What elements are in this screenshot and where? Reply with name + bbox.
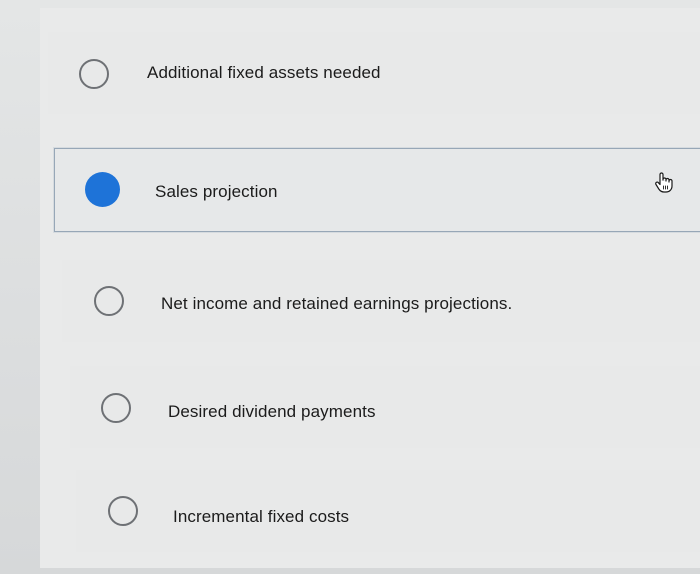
- radio-button-selected-icon[interactable]: [85, 172, 120, 207]
- radio-button-icon[interactable]: [94, 286, 124, 316]
- radio-button-icon[interactable]: [101, 393, 131, 423]
- option-label: Net income and retained earnings project…: [161, 294, 513, 313]
- answer-option-incremental-fixed-costs[interactable]: Incremental fixed costs: [76, 470, 700, 552]
- answer-option-sales-projection[interactable]: Sales projection: [54, 148, 700, 232]
- option-label: Sales projection: [155, 182, 278, 201]
- answer-option-additional-fixed-assets[interactable]: Additional fixed assets needed: [48, 32, 700, 114]
- option-label: Desired dividend payments: [168, 402, 376, 421]
- hand-pointer-icon: [655, 172, 673, 193]
- answer-option-net-income-projections[interactable]: Net income and retained earnings project…: [62, 260, 700, 342]
- radio-button-icon[interactable]: [79, 59, 109, 89]
- answer-option-desired-dividend-payments[interactable]: Desired dividend payments: [70, 366, 700, 448]
- radio-button-icon[interactable]: [108, 496, 138, 526]
- option-label: Incremental fixed costs: [173, 507, 350, 526]
- option-label: Additional fixed assets needed: [147, 63, 381, 82]
